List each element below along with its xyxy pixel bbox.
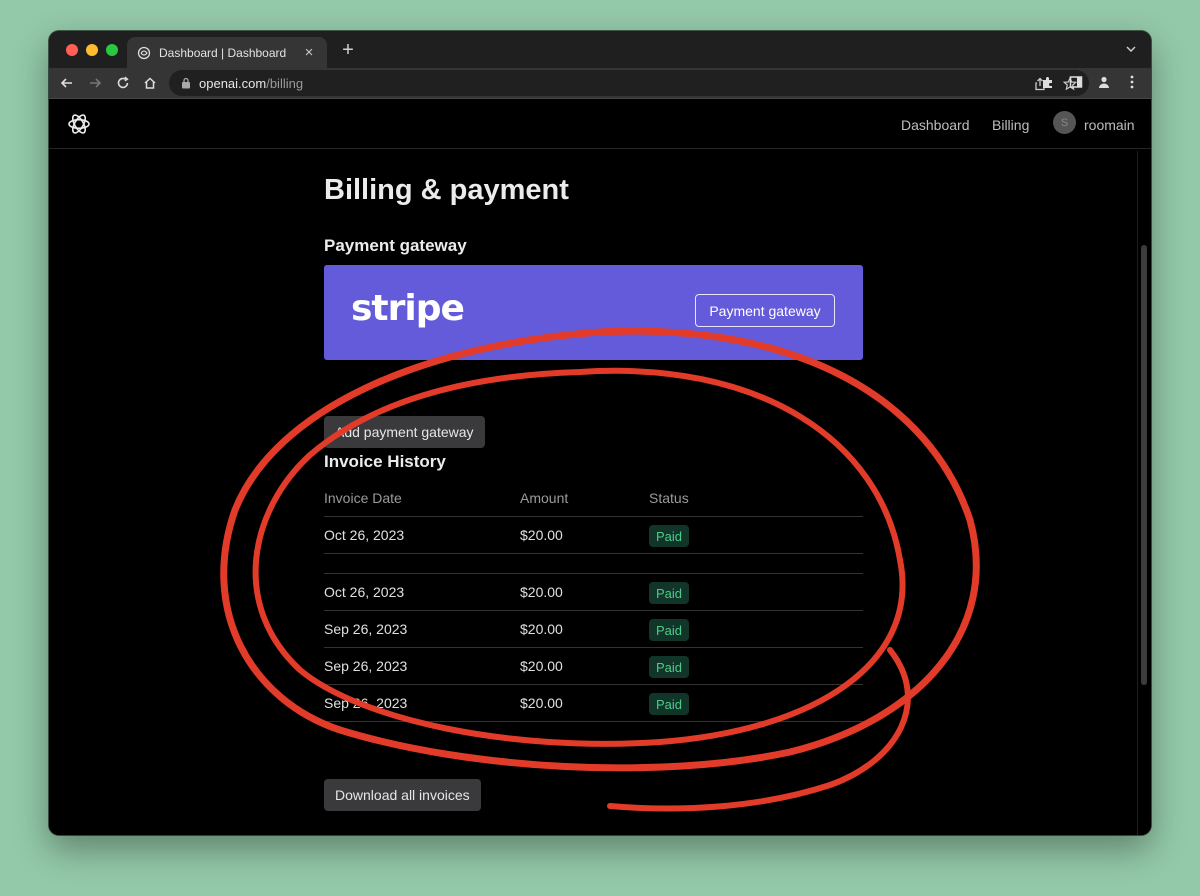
- top-navigation: Dashboard Billing S roomain: [49, 99, 1151, 149]
- tab-title: Dashboard | Dashboard: [159, 45, 287, 60]
- table-header: Invoice Date Amount Status: [324, 487, 863, 517]
- status-badge: Paid: [649, 582, 690, 604]
- table-row[interactable]: Sep 26, 2023 $20.00 Paid: [324, 648, 863, 685]
- extensions-icon[interactable]: [1039, 73, 1057, 91]
- invoice-date: Sep 26, 2023: [324, 695, 408, 711]
- table-row[interactable]: Oct 26, 2023 $20.00 Paid: [324, 517, 863, 554]
- close-window-button[interactable]: [66, 44, 78, 56]
- back-icon[interactable]: [57, 73, 77, 93]
- invoice-date: Sep 26, 2023: [324, 621, 408, 637]
- forward-icon[interactable]: [85, 73, 105, 93]
- payment-gateway-heading: Payment gateway: [324, 236, 467, 255]
- nav-billing-link[interactable]: Billing: [992, 117, 1029, 133]
- sidepanel-icon[interactable]: [1067, 73, 1085, 91]
- table-row[interactable]: Oct 26, 2023 $20.00 Paid: [324, 574, 863, 611]
- new-tab-button[interactable]: +: [337, 38, 359, 62]
- column-header-amount: Amount: [520, 490, 569, 506]
- username[interactable]: roomain: [1084, 117, 1135, 133]
- avatar[interactable]: S: [1053, 111, 1076, 134]
- status-badge: Paid: [649, 656, 690, 678]
- reload-icon[interactable]: [113, 73, 133, 93]
- nav-dashboard-link[interactable]: Dashboard: [901, 117, 970, 133]
- invoice-amount: $20.00: [520, 695, 563, 711]
- invoice-table: Invoice Date Amount Status Oct 26, 2023 …: [324, 487, 863, 722]
- lock-icon[interactable]: [181, 77, 191, 89]
- invoice-date: Oct 26, 2023: [324, 584, 405, 600]
- column-header-date: Invoice Date: [324, 490, 402, 506]
- menu-icon[interactable]: [1123, 73, 1141, 91]
- status-badge: Paid: [649, 619, 690, 641]
- table-row-spacer: [324, 554, 863, 574]
- table-row[interactable]: Sep 26, 2023 $20.00 Paid: [324, 611, 863, 648]
- add-payment-gateway-button[interactable]: Add payment gateway: [324, 416, 485, 448]
- invoice-history-heading: Invoice History: [324, 452, 446, 471]
- page-viewport: Dashboard Billing S roomain Billing & pa…: [49, 99, 1151, 835]
- invoice-amount: $20.00: [520, 658, 563, 674]
- maximize-window-button[interactable]: [106, 44, 118, 56]
- url-text: openai.com/billing: [199, 75, 304, 91]
- invoice-date: Oct 26, 2023: [324, 527, 405, 543]
- scrollbar-thumb[interactable]: [1141, 245, 1147, 685]
- browser-window: Dashboard | Dashboard × + openai.com/bil…: [49, 31, 1151, 835]
- openai-favicon-icon: [137, 46, 151, 60]
- invoice-amount: $20.00: [520, 584, 563, 600]
- status-badge: Paid: [649, 525, 690, 547]
- download-all-invoices-button[interactable]: Download all invoices: [324, 779, 481, 811]
- address-bar[interactable]: openai.com/billing: [169, 70, 1089, 96]
- stripe-logo: stripe: [351, 288, 465, 329]
- toolbar-actions: [1039, 73, 1141, 91]
- tab-close-icon[interactable]: ×: [301, 44, 317, 61]
- profile-icon[interactable]: [1095, 73, 1113, 91]
- table-row[interactable]: Sep 26, 2023 $20.00 Paid: [324, 685, 863, 722]
- openai-logo[interactable]: [66, 111, 92, 137]
- payment-gateway-button[interactable]: Payment gateway: [695, 294, 835, 327]
- stripe-card: stripe Payment gateway: [324, 265, 863, 360]
- invoice-date: Sep 26, 2023: [324, 658, 408, 674]
- invoice-amount: $20.00: [520, 621, 563, 637]
- page-title: Billing & payment: [324, 174, 569, 206]
- tab-strip: Dashboard | Dashboard × +: [49, 31, 1151, 68]
- home-icon[interactable]: [140, 73, 160, 93]
- minimize-window-button[interactable]: [86, 44, 98, 56]
- status-badge: Paid: [649, 693, 690, 715]
- chevron-down-icon[interactable]: [1123, 41, 1139, 57]
- browser-toolbar: openai.com/billing: [49, 68, 1151, 99]
- browser-tab[interactable]: Dashboard | Dashboard ×: [127, 37, 327, 68]
- invoice-amount: $20.00: [520, 527, 563, 543]
- column-header-status: Status: [649, 490, 689, 506]
